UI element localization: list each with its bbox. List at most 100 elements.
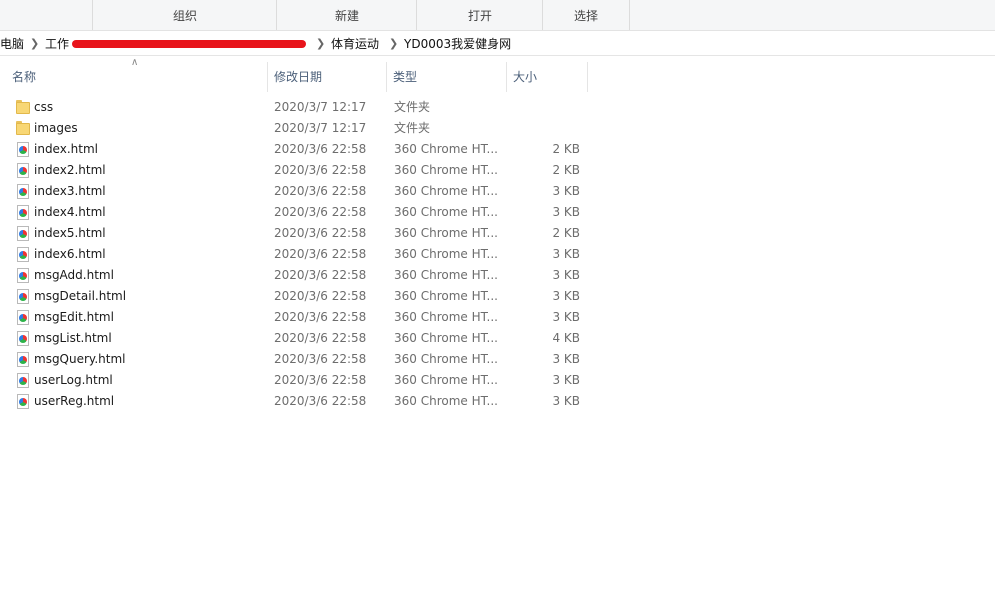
file-date: 2020/3/6 22:58 (274, 289, 367, 303)
chrome-html-icon (16, 394, 30, 409)
file-date: 2020/3/6 22:58 (274, 268, 367, 282)
file-size: 3 KB (552, 352, 580, 366)
file-name: index5.html (34, 226, 106, 240)
file-type: 360 Chrome HT... (394, 247, 498, 261)
file-name: index2.html (34, 163, 106, 177)
file-name: index4.html (34, 205, 106, 219)
file-row-css[interactable]: css 2020/3/7 12:17 文件夹 (0, 97, 600, 118)
file-date: 2020/3/6 22:58 (274, 247, 367, 261)
ribbon: 组织 新建 打开 选择 (0, 0, 995, 31)
file-type: 360 Chrome HT... (394, 331, 498, 345)
file-size: 3 KB (552, 394, 580, 408)
breadcrumb-item-pc[interactable]: 电脑 (0, 33, 24, 55)
chrome-html-icon (16, 352, 30, 367)
file-name: userReg.html (34, 394, 115, 408)
file-date: 2020/3/6 22:58 (274, 142, 367, 156)
file-size: 2 KB (552, 163, 580, 177)
address-bar[interactable]: 电脑 ❯ 工作 ❯ 体育运动 ❯ YD0003我爱健身网 (0, 33, 995, 56)
file-name: images (34, 121, 78, 135)
chrome-html-icon (16, 247, 30, 262)
file-size: 3 KB (552, 184, 580, 198)
file-type: 360 Chrome HT... (394, 373, 498, 387)
file-type: 360 Chrome HT... (394, 163, 498, 177)
chrome-html-icon (16, 163, 30, 178)
file-row-index4[interactable]: index4.html 2020/3/6 22:58 360 Chrome HT… (0, 202, 600, 223)
chevron-right-icon[interactable]: ❯ (30, 33, 39, 55)
file-name: msgAdd.html (34, 268, 114, 282)
chrome-html-icon (16, 289, 30, 304)
file-row-index[interactable]: index.html 2020/3/6 22:58 360 Chrome HT.… (0, 139, 600, 160)
file-size: 2 KB (552, 142, 580, 156)
chrome-html-icon (16, 310, 30, 325)
file-size: 4 KB (552, 331, 580, 345)
file-row-index2[interactable]: index2.html 2020/3/6 22:58 360 Chrome HT… (0, 160, 600, 181)
file-row-msgadd[interactable]: msgAdd.html 2020/3/6 22:58 360 Chrome HT… (0, 265, 600, 286)
file-type: 360 Chrome HT... (394, 394, 498, 408)
file-type: 360 Chrome HT... (394, 226, 498, 240)
file-type: 文件夹 (394, 100, 431, 114)
file-type: 360 Chrome HT... (394, 289, 498, 303)
file-row-index6[interactable]: index6.html 2020/3/6 22:58 360 Chrome HT… (0, 244, 600, 265)
file-name: index6.html (34, 247, 106, 261)
ribbon-group-open[interactable]: 打开 (416, 0, 543, 30)
file-date: 2020/3/6 22:58 (274, 184, 367, 198)
file-type: 360 Chrome HT... (394, 184, 498, 198)
file-type: 360 Chrome HT... (394, 310, 498, 324)
file-row-msgquery[interactable]: msgQuery.html 2020/3/6 22:58 360 Chrome … (0, 349, 600, 370)
file-name: userLog.html (34, 373, 113, 387)
folder-icon (16, 121, 30, 136)
file-date: 2020/3/6 22:58 (274, 373, 367, 387)
ribbon-group-new[interactable]: 新建 (276, 0, 417, 30)
chrome-html-icon (16, 373, 30, 388)
file-size (510, 118, 580, 139)
file-row-msglist[interactable]: msgList.html 2020/3/6 22:58 360 Chrome H… (0, 328, 600, 349)
file-row-userlog[interactable]: userLog.html 2020/3/6 22:58 360 Chrome H… (0, 370, 600, 391)
breadcrumb-item-current-folder[interactable]: YD0003我爱健身网 (404, 33, 511, 55)
column-header-row: 名称 修改日期 类型 大小 (0, 62, 995, 92)
file-date: 2020/3/6 22:58 (274, 205, 367, 219)
file-name: index.html (34, 142, 98, 156)
ribbon-group-organize[interactable]: 组织 (92, 0, 277, 30)
redaction-mark (72, 40, 306, 48)
file-date: 2020/3/7 12:17 (274, 100, 367, 114)
file-date: 2020/3/6 22:58 (274, 331, 367, 345)
file-type: 360 Chrome HT... (394, 142, 498, 156)
file-name: index3.html (34, 184, 106, 198)
file-size: 3 KB (552, 268, 580, 282)
column-header-size[interactable]: 大小 (507, 62, 588, 92)
file-date: 2020/3/6 22:58 (274, 352, 367, 366)
file-size: 2 KB (552, 226, 580, 240)
chevron-right-icon[interactable]: ❯ (316, 33, 325, 55)
column-header-name[interactable]: 名称 (6, 62, 268, 92)
file-row-userreg[interactable]: userReg.html 2020/3/6 22:58 360 Chrome H… (0, 391, 600, 412)
file-date: 2020/3/6 22:58 (274, 163, 367, 177)
file-row-index5[interactable]: index5.html 2020/3/6 22:58 360 Chrome HT… (0, 223, 600, 244)
chrome-html-icon (16, 226, 30, 241)
file-size: 3 KB (552, 247, 580, 261)
file-type: 360 Chrome HT... (394, 352, 498, 366)
file-date: 2020/3/7 12:17 (274, 121, 367, 135)
file-size (510, 97, 580, 118)
chevron-right-icon[interactable]: ❯ (389, 33, 398, 55)
file-size: 3 KB (552, 310, 580, 324)
file-row-msgdetail[interactable]: msgDetail.html 2020/3/6 22:58 360 Chrome… (0, 286, 600, 307)
chrome-html-icon (16, 184, 30, 199)
file-size: 3 KB (552, 289, 580, 303)
file-date: 2020/3/6 22:58 (274, 310, 367, 324)
breadcrumb-item-sports[interactable]: 体育运动 (331, 33, 379, 55)
file-row-msgedit[interactable]: msgEdit.html 2020/3/6 22:58 360 Chrome H… (0, 307, 600, 328)
file-type: 360 Chrome HT... (394, 205, 498, 219)
file-row-index3[interactable]: index3.html 2020/3/6 22:58 360 Chrome HT… (0, 181, 600, 202)
column-header-type[interactable]: 类型 (387, 62, 507, 92)
column-header-date[interactable]: 修改日期 (268, 62, 387, 92)
breadcrumb-item-work[interactable]: 工作 (45, 33, 69, 55)
file-row-images[interactable]: images 2020/3/7 12:17 文件夹 (0, 118, 600, 139)
chrome-html-icon (16, 331, 30, 346)
file-name: css (34, 100, 54, 114)
file-size: 3 KB (552, 373, 580, 387)
file-name: msgEdit.html (34, 310, 114, 324)
file-size: 3 KB (552, 205, 580, 219)
file-date: 2020/3/6 22:58 (274, 394, 367, 408)
ribbon-group-select[interactable]: 选择 (542, 0, 630, 30)
file-date: 2020/3/6 22:58 (274, 226, 367, 240)
